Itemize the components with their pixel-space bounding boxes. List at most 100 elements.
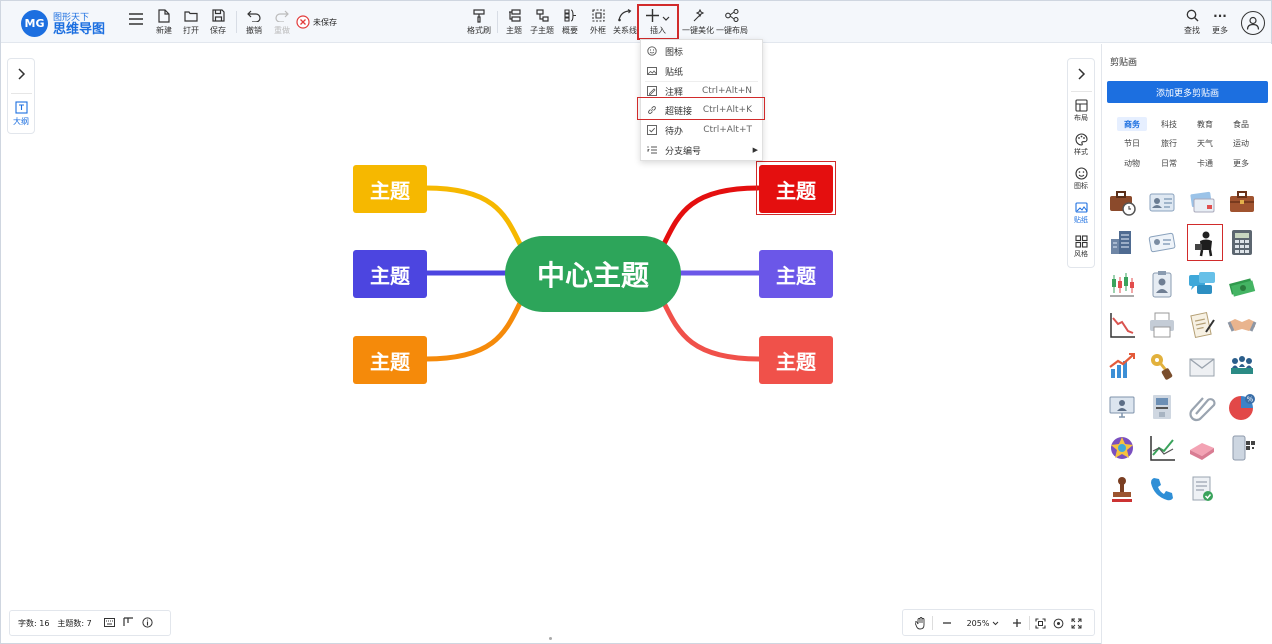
image-icon — [647, 67, 657, 75]
boundary-button[interactable]: 外框 — [583, 7, 613, 39]
hand-tool-button[interactable] — [913, 615, 927, 631]
user-avatar[interactable] — [1241, 11, 1265, 35]
gear-flower-icon[interactable] — [1107, 433, 1137, 463]
menu-item-todo[interactable]: 待办 Ctrl+Alt+T — [641, 120, 762, 140]
credit-cards-icon[interactable] — [1187, 187, 1217, 217]
zoom-level-select[interactable]: 205% — [963, 615, 1003, 631]
category-daily[interactable]: 日常 — [1154, 156, 1184, 170]
keys-icon[interactable] — [1147, 351, 1177, 381]
growth-chart-icon[interactable] — [1107, 351, 1137, 381]
center-view-button[interactable] — [1051, 615, 1065, 631]
relation-button[interactable]: 关系线 — [610, 7, 640, 39]
atm-machine-icon[interactable] — [1147, 392, 1177, 422]
status-bar: 字数: 16 主题数: 7 — [9, 610, 171, 636]
subtopic-button[interactable]: 子主题 — [527, 7, 557, 39]
relation-icon — [618, 9, 632, 22]
phone-call-icon[interactable] — [1147, 474, 1177, 504]
contract-signing-icon[interactable] — [1187, 310, 1217, 340]
category-travel[interactable]: 旅行 — [1154, 136, 1184, 150]
info-icon[interactable] — [142, 616, 153, 630]
category-weather[interactable]: 天气 — [1190, 136, 1220, 150]
save-button[interactable]: 保存 — [203, 7, 233, 39]
new-button[interactable]: 新建 — [149, 7, 179, 39]
briefcase-clock-icon[interactable] — [1107, 187, 1137, 217]
category-sports[interactable]: 运动 — [1226, 136, 1256, 150]
sticker-panel-tab[interactable]: 贴纸 — [1068, 201, 1094, 225]
topic-button[interactable]: 主题 — [499, 7, 529, 39]
id-card-icon[interactable] — [1147, 187, 1177, 217]
add-clipart-button[interactable]: 添加更多剪贴画 — [1107, 81, 1268, 103]
topic-node-left-3[interactable]: 主题 — [353, 336, 427, 384]
approved-document-icon[interactable] — [1187, 474, 1217, 504]
layout-toggle-icon[interactable] — [123, 617, 134, 629]
topic-node-right-3[interactable]: 主题 — [759, 336, 833, 384]
format-painter-button[interactable]: 格式刷 — [464, 7, 494, 39]
paperclip-icon[interactable] — [1187, 392, 1217, 422]
briefcase-icon[interactable] — [1227, 187, 1257, 217]
envelope-icon[interactable] — [1187, 351, 1217, 381]
more-button[interactable]: ··· 更多 — [1205, 7, 1235, 39]
undo-button[interactable]: 撤销 — [239, 7, 269, 39]
fullscreen-button[interactable] — [1069, 615, 1083, 631]
zoom-out-button[interactable] — [940, 615, 954, 631]
zoom-in-button[interactable] — [1010, 615, 1024, 631]
open-button[interactable]: 打开 — [176, 7, 206, 39]
chat-bubbles-icon[interactable] — [1187, 269, 1217, 299]
menu-item-icon[interactable]: 图标 — [641, 41, 762, 61]
outline-button[interactable]: 大纲 — [8, 101, 34, 127]
line-graph-icon[interactable] — [1147, 433, 1177, 463]
video-conference-icon[interactable] — [1107, 392, 1137, 422]
icon-panel-tab[interactable]: 图标 — [1068, 167, 1094, 191]
handshake-icon[interactable] — [1227, 310, 1257, 340]
expand-left-button[interactable] — [13, 66, 29, 86]
find-button[interactable]: 查找 — [1177, 7, 1207, 39]
auto-layout-button[interactable]: 一键布局 — [716, 7, 748, 39]
employee-clipboard-icon[interactable] — [1147, 269, 1177, 299]
category-food[interactable]: 食品 — [1226, 117, 1256, 131]
unsaved-status: 未保存 — [296, 15, 337, 29]
topic-node-left-2[interactable]: 主题 — [353, 250, 427, 298]
theme-panel-tab[interactable]: 风格 — [1068, 235, 1094, 259]
eraser-icon[interactable] — [1187, 433, 1217, 463]
category-education[interactable]: 教育 — [1190, 117, 1220, 131]
team-meeting-icon[interactable] — [1227, 351, 1257, 381]
logo-title: 思维导图 — [53, 21, 106, 37]
business-card-icon[interactable] — [1147, 227, 1177, 257]
mindmap-canvas[interactable] — [1, 44, 1101, 644]
central-topic-node[interactable]: 中心主题 — [505, 236, 681, 312]
category-cartoon[interactable]: 卡通 — [1190, 156, 1220, 170]
category-animals[interactable]: 动物 — [1117, 156, 1147, 170]
summary-button[interactable]: 概要 — [555, 7, 585, 39]
fit-view-button[interactable] — [1033, 615, 1047, 631]
hamburger-menu-button[interactable] — [121, 13, 151, 45]
pie-chart-percent-icon[interactable]: % — [1227, 392, 1257, 422]
category-business[interactable]: 商务 — [1117, 117, 1147, 131]
format-painter-icon — [473, 8, 485, 23]
app-logo[interactable]: MG 图形天下 思维导图 — [21, 10, 105, 37]
resize-handle[interactable] — [549, 637, 552, 640]
declining-chart-icon[interactable] — [1107, 310, 1137, 340]
layout-panel-tab[interactable]: 布局 — [1068, 99, 1094, 123]
save-label: 保存 — [210, 26, 226, 35]
money-stack-icon[interactable] — [1227, 269, 1257, 299]
collapse-right-button[interactable] — [1073, 66, 1089, 86]
calculator-icon[interactable] — [1227, 227, 1257, 257]
phone-qrcode-icon[interactable] — [1227, 433, 1257, 463]
keyboard-icon[interactable] — [103, 617, 115, 629]
minus-icon — [943, 622, 951, 624]
candlestick-chart-icon[interactable] — [1107, 269, 1137, 299]
category-holiday[interactable]: 节日 — [1117, 136, 1147, 150]
menu-item-sticker[interactable]: 贴纸 — [641, 61, 762, 81]
beautify-button[interactable]: 一键美化 — [682, 7, 714, 39]
outline-icon — [14, 101, 28, 114]
category-tech[interactable]: 科技 — [1154, 117, 1184, 131]
style-panel-tab[interactable]: 样式 — [1068, 133, 1094, 157]
topic-node-right-2[interactable]: 主题 — [759, 250, 833, 298]
stamp-icon[interactable] — [1107, 474, 1137, 504]
printer-icon[interactable] — [1147, 310, 1177, 340]
category-more[interactable]: 更多 — [1226, 156, 1256, 170]
office-building-icon[interactable] — [1107, 227, 1137, 257]
topic-node-left-1[interactable]: 主题 — [353, 165, 427, 213]
menu-item-numbering[interactable]: 分支编号 ▶ — [641, 140, 762, 160]
redo-button[interactable]: 重做 — [267, 7, 297, 39]
